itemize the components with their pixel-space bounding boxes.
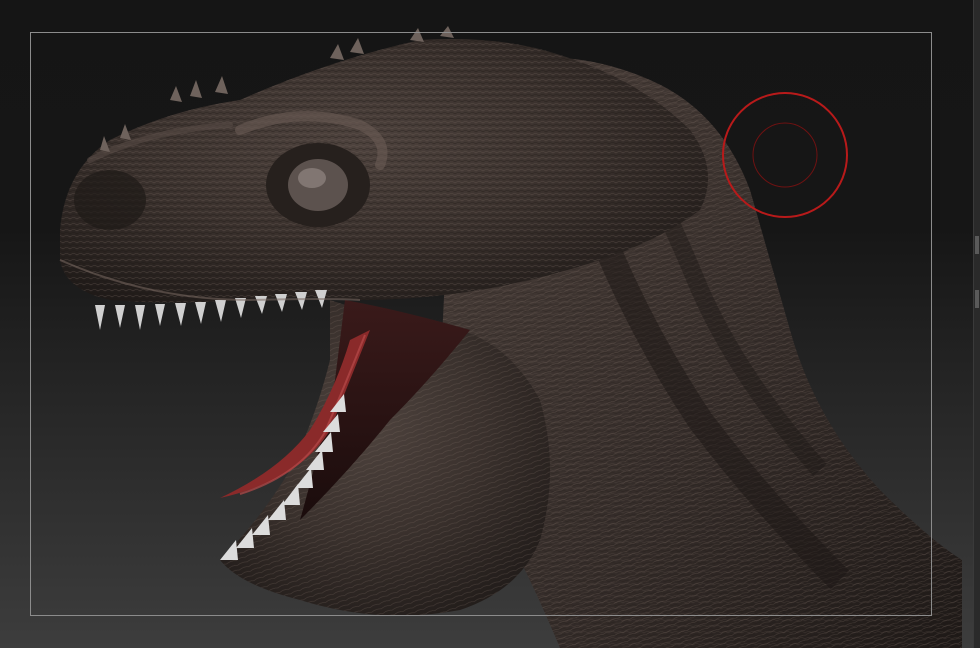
scrollbar-grip-top[interactable]: [975, 236, 979, 254]
viewport-right-scrollbar[interactable]: [973, 0, 980, 648]
scrollbar-grip-bottom[interactable]: [975, 290, 979, 308]
3d-viewport-canvas[interactable]: [0, 0, 980, 648]
dinosaur-head-sculpt[interactable]: [0, 0, 980, 648]
